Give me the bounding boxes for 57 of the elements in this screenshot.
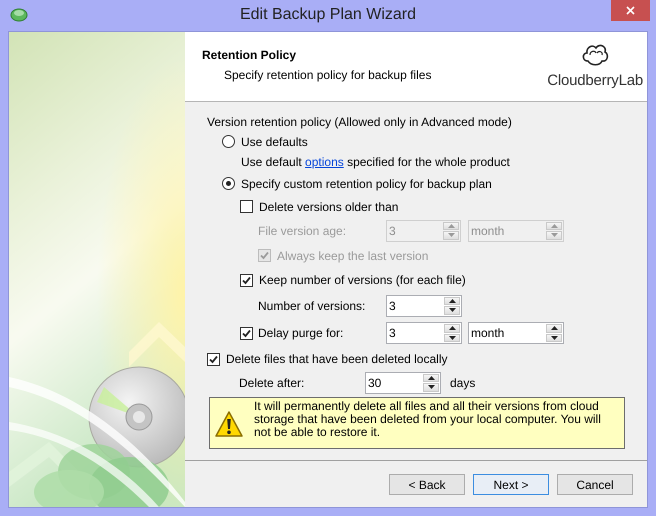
section-label: Version retention policy (Allowed only in Advanced mode)	[207, 114, 512, 128]
spin-down-button[interactable]	[423, 383, 439, 392]
options-link[interactable]: options	[305, 154, 344, 168]
cloud-icon	[10, 6, 28, 22]
radio-button[interactable]	[222, 177, 235, 190]
number-field[interactable]: 3	[386, 294, 462, 316]
up-arrow-icon	[550, 326, 558, 330]
up-arrow-icon	[448, 326, 456, 330]
number-field: 3	[386, 220, 461, 242]
spin-up-button[interactable]	[546, 324, 562, 332]
field-label: File version age:	[258, 224, 348, 238]
unit-label: days	[450, 376, 476, 390]
cancel-button[interactable]: Cancel	[557, 474, 633, 495]
field-label: Delete after:	[239, 376, 306, 390]
radio-label: Use defaults	[241, 134, 308, 148]
page-subtitle: Specify retention policy for backup files	[224, 68, 432, 82]
spin-up-button[interactable]	[423, 374, 439, 382]
up-arrow-icon	[428, 376, 434, 380]
down-arrow-icon	[448, 336, 456, 340]
checkbox[interactable]	[240, 274, 253, 286]
logo-text: CloudberryLab	[547, 72, 643, 89]
up-arrow-icon	[550, 224, 558, 228]
spin-up-button[interactable]	[444, 324, 460, 332]
checkbox-label: Keep number of versions (for each file)	[259, 273, 466, 287]
down-arrow-icon	[550, 233, 558, 238]
help-text: Use default options specified for the whole product	[241, 154, 510, 168]
next-button[interactable]: Next >	[473, 474, 549, 495]
spin-up-button[interactable]	[444, 296, 460, 305]
down-arrow-icon	[448, 308, 456, 312]
spin-down-button[interactable]	[546, 334, 562, 342]
unit-dropdown[interactable]: month	[468, 322, 564, 344]
field-label: Number of versions:	[258, 298, 366, 312]
checkbox-label: Delete files that have been deleted locally	[226, 352, 448, 366]
checkbox-label: Delay purge for:	[258, 326, 344, 340]
warning-text: It will permanently delete all files and all their versions from cloud storage that have been deleted from your local computer. You will not be able to restore it.	[254, 400, 602, 439]
down-arrow-icon	[550, 336, 558, 340]
number-field[interactable]: 3	[386, 322, 462, 344]
spin-down-button[interactable]	[444, 334, 460, 342]
up-arrow-icon	[448, 298, 456, 303]
window-title: Edit Backup Plan Wizard	[240, 6, 416, 23]
close-icon	[626, 6, 635, 15]
checkbox[interactable]	[240, 200, 253, 213]
back-button[interactable]: < Back	[389, 474, 465, 495]
down-arrow-icon	[428, 385, 434, 390]
number-field[interactable]: 30	[365, 372, 441, 394]
spin-down-button[interactable]	[444, 306, 460, 314]
checkbox-label: Delete versions older than	[259, 200, 398, 214]
down-arrow-icon	[448, 233, 454, 238]
checkbox-label: Always keep the last version	[277, 248, 428, 262]
up-arrow-icon	[448, 224, 454, 228]
radio-button[interactable]	[222, 135, 235, 148]
page-title: Retention Policy	[202, 48, 298, 62]
warning-icon	[214, 410, 244, 438]
close-button[interactable]	[611, 0, 650, 21]
checkbox[interactable]	[207, 352, 220, 366]
checkbox[interactable]	[240, 326, 253, 340]
radio-label: Specify custom retention policy for backup plan	[241, 176, 492, 190]
